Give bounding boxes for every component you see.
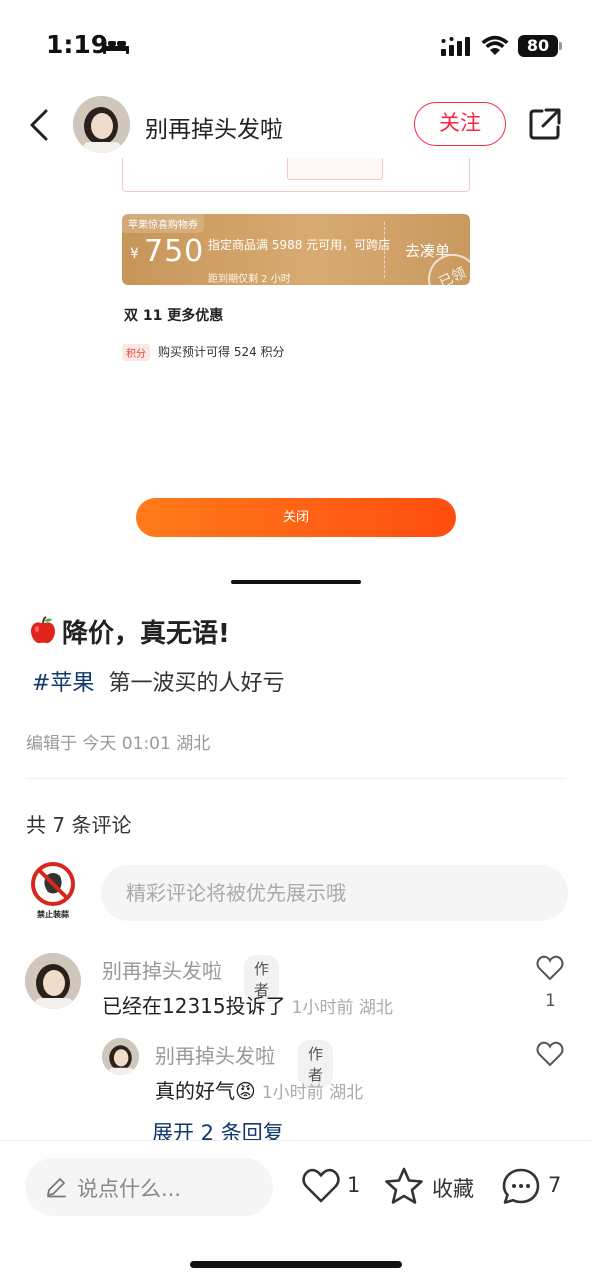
coupon-card: 苹果惊喜购物券 ¥ 750 指定商品满 5988 元可用，可跨店 距到期仅剩 2… [122, 214, 470, 285]
heart-icon[interactable] [536, 1041, 564, 1067]
divider [26, 778, 566, 779]
post-title-text: 降价，真无语! [62, 619, 230, 649]
top-nav: 别再掉头发啦 关注 [0, 92, 591, 158]
bottom-comment-input[interactable]: 说点什么... [25, 1158, 273, 1216]
post-meta: 编辑于 今天 01:01 湖北 [26, 734, 211, 754]
battery-cap [559, 42, 562, 50]
hashtag-link[interactable]: #苹果 [32, 671, 94, 696]
follow-button[interactable]: 关注 [414, 102, 506, 146]
coupon-divider [384, 222, 385, 278]
share-icon[interactable] [527, 106, 563, 142]
signal-icon [441, 37, 470, 56]
comment-body: 已经在12315投诉了 [102, 994, 286, 1018]
commenter-avatar[interactable] [25, 953, 81, 1009]
bed-icon [103, 39, 129, 54]
comment-input[interactable]: 精彩评论将被优先展示哦 [101, 865, 568, 921]
comment-count: 共 7 条评论 [26, 813, 132, 837]
no-garlic-caption: 禁止装蒜 [36, 909, 69, 919]
shot-close-button: 关闭 [136, 498, 456, 537]
coupon-currency: ¥ [130, 246, 139, 262]
post-body: #苹果 第一波买的人好亏 [32, 665, 284, 697]
coupon-amount: 750 [144, 234, 205, 269]
status-time: 1:19 [46, 30, 109, 59]
points-badge: 积分 [122, 344, 150, 361]
author-name[interactable]: 别再掉头发啦 [145, 110, 283, 144]
status-bar: 1:19 80 [0, 0, 591, 92]
battery-icon: 80 [518, 35, 558, 57]
coupon-condition: 指定商品满 5988 元可用，可跨店 [208, 238, 391, 252]
post-title: 降价，真无语! [28, 613, 230, 650]
apple-icon [31, 616, 55, 644]
bottom-action-bar: 说点什么... 1 收藏 7 [0, 1140, 591, 1280]
collect-label[interactable]: 收藏 [432, 1173, 474, 1203]
post-body-text: 第一波买的人好亏 [108, 671, 285, 696]
star-icon[interactable] [384, 1167, 424, 1205]
points-text: 购买预计可得 524 积分 [158, 345, 285, 359]
comment-like-count: 1 [545, 991, 556, 1011]
shot-card-inner [287, 158, 383, 180]
reply-time: 1小时前 湖北 [261, 1083, 364, 1103]
post-image[interactable]: 苹果惊喜购物券 ¥ 750 指定商品满 5988 元可用，可跨店 距到期仅剩 2… [0, 158, 591, 560]
reply-body: 真的好气 [155, 1079, 235, 1103]
reply-text[interactable]: 真的好气😡 1小时前 湖北 [155, 1075, 363, 1104]
home-indicator [190, 1261, 402, 1268]
coupon-expire: 距到期仅剩 2 小时 [208, 274, 291, 285]
like-count: 1 [347, 1173, 361, 1197]
wifi-icon [481, 35, 509, 55]
more-deals-heading: 双 11 更多优惠 [124, 308, 224, 324]
commenter-name[interactable]: 别再掉头发啦 [102, 955, 222, 984]
replier-avatar[interactable] [102, 1038, 139, 1075]
coupon-tag: 苹果惊喜购物券 [122, 214, 204, 233]
pencil-icon [47, 1178, 66, 1198]
image-indicator [231, 580, 361, 584]
back-icon[interactable] [26, 107, 54, 143]
like-icon[interactable] [301, 1168, 341, 1204]
comment-time: 1小时前 湖北 [291, 998, 393, 1018]
heart-icon[interactable] [536, 955, 564, 981]
comment-icon[interactable] [501, 1167, 541, 1205]
bottom-input-placeholder: 说点什么... [77, 1177, 182, 1201]
angry-emoji: 😡 [235, 1079, 256, 1103]
replier-name[interactable]: 别再掉头发啦 [155, 1040, 275, 1069]
comment-text[interactable]: 已经在12315投诉了 1小时前 湖北 [102, 990, 393, 1019]
author-avatar[interactable] [73, 96, 130, 153]
no-garlic-icon: 禁止装蒜 [31, 862, 75, 919]
comment-total: 7 [548, 1173, 562, 1197]
